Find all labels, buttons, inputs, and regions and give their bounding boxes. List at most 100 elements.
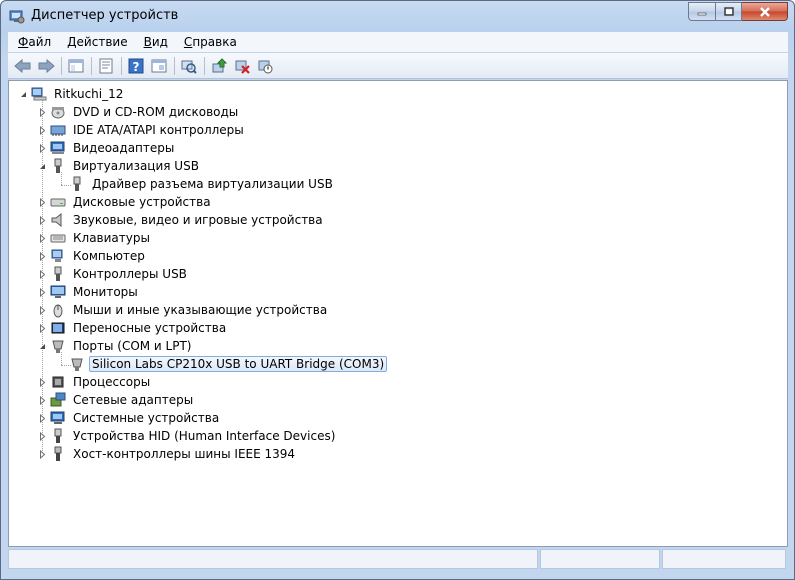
tree-category-item[interactable]: Устройства HID (Human Interface Devices) (38, 427, 338, 445)
tree-item-label: Устройства HID (Human Interface Devices) (73, 429, 336, 443)
usb-plug-icon (50, 158, 66, 174)
tree-root-label: Ritkuchi_12 (54, 87, 124, 101)
svg-text:?: ? (133, 60, 140, 74)
show-hide-tree-icon (68, 59, 84, 72)
expand-icon[interactable] (38, 197, 47, 207)
tree-category-item[interactable]: Мыши и иные указывающие устройства (38, 301, 330, 319)
tree-item-label: Видеоадаптеры (73, 141, 175, 155)
forward-button[interactable] (35, 55, 57, 77)
update-driver-button[interactable] (208, 55, 230, 77)
minimize-button[interactable] (688, 2, 716, 21)
tree-category-item[interactable]: DVD и CD-ROM дисководы (38, 103, 241, 121)
expand-icon[interactable] (38, 125, 47, 135)
uninstall-button[interactable] (231, 55, 253, 77)
network-adapter-icon (50, 392, 66, 408)
scan-hardware-icon (181, 60, 197, 74)
tree-item-label: Звуковые, видео и игровые устройства (73, 213, 323, 227)
close-button[interactable] (742, 2, 788, 21)
collapse-icon[interactable] (19, 90, 28, 99)
tree-category-item[interactable]: Контроллеры USB (38, 265, 190, 283)
tree-category-item[interactable]: Видеоадаптеры (38, 139, 177, 157)
expand-icon[interactable] (38, 413, 47, 423)
tree-category-item[interactable]: Системные устройства (38, 409, 222, 427)
properties-button[interactable] (95, 55, 117, 77)
caption-buttons (688, 2, 788, 21)
disk-drive-icon (50, 194, 66, 210)
tree-item-label: Хост-контроллеры шины IEEE 1394 (73, 447, 296, 461)
tree-category-item[interactable]: Порты (COM и LPT) (38, 337, 194, 355)
dvd-icon (50, 104, 66, 120)
tree-category-item[interactable]: Виртуализация USB (38, 157, 202, 175)
toolbar-separator (204, 56, 205, 75)
portable-device-icon (50, 320, 66, 336)
title-bar[interactable]: Диспетчер устройств (1, 1, 794, 31)
processor-icon (50, 374, 66, 390)
expand-icon[interactable] (38, 377, 47, 387)
expand-icon[interactable] (38, 251, 47, 261)
tree-item-label: Клавиатуры (73, 231, 150, 245)
back-button[interactable] (12, 55, 34, 77)
toolbar-separator (121, 56, 122, 75)
tree-category-item[interactable]: IDE ATA/ATAPI контроллеры (38, 121, 247, 139)
tree-category-item[interactable]: Звуковые, видео и игровые устройства (38, 211, 326, 229)
tree-category-item[interactable]: Процессоры (38, 373, 153, 391)
expand-icon[interactable] (38, 233, 47, 243)
tree-child-item[interactable]: Silicon Labs CP210x USB to UART Bridge (… (57, 355, 388, 373)
port-icon (50, 338, 66, 354)
tree-category-item[interactable]: Компьютер (38, 247, 148, 265)
maximize-button[interactable] (716, 2, 742, 21)
expand-icon[interactable] (38, 449, 47, 459)
expand-icon[interactable] (38, 269, 47, 279)
tree-item-label: Компьютер (73, 249, 145, 263)
expand-icon[interactable] (38, 431, 47, 441)
help-button[interactable]: ? (125, 55, 147, 77)
menu-view[interactable]: Вид (134, 35, 174, 49)
tree-root[interactable]: Ritkuchi_12 (19, 85, 126, 103)
tree-item-label: Порты (COM и LPT) (73, 339, 192, 353)
tree-item-label: IDE ATA/ATAPI контроллеры (73, 123, 244, 137)
tree-item-label: Контроллеры USB (73, 267, 187, 281)
tree-category-item[interactable]: Переносные устройства (38, 319, 229, 337)
expand-icon[interactable] (38, 143, 47, 153)
show-hide-tree-button[interactable] (65, 55, 87, 77)
minimize-icon (697, 12, 707, 15)
menu-file[interactable]: Файл (8, 35, 57, 49)
menu-action[interactable]: Действие (57, 35, 133, 49)
ieee1394-icon (50, 446, 66, 462)
view-icon (151, 59, 167, 72)
collapse-icon[interactable] (38, 342, 47, 351)
back-icon (14, 58, 31, 73)
expand-icon[interactable] (38, 107, 47, 117)
usb-plug-icon (69, 176, 85, 192)
tree-child-item[interactable]: Драйвер разъема виртуализации USB (57, 175, 336, 193)
maximize-icon (723, 6, 734, 16)
tree-category-item[interactable]: Дисковые устройства (38, 193, 214, 211)
speaker-icon (50, 212, 66, 228)
ide-controller-icon (50, 122, 66, 138)
tree-item-label: Сетевые адаптеры (73, 393, 194, 407)
expand-icon[interactable] (38, 305, 47, 315)
expand-icon[interactable] (38, 215, 47, 225)
expand-icon[interactable] (38, 323, 47, 333)
mouse-icon (50, 302, 66, 318)
disable-button[interactable] (254, 55, 276, 77)
device-tree[interactable]: Ritkuchi_12 DVD и CD-ROM дисководы IDE AT… (8, 80, 788, 547)
expand-icon[interactable] (38, 287, 47, 297)
view-button[interactable] (148, 55, 170, 77)
status-bar (8, 549, 788, 571)
menu-bar: Файл Действие Вид Справка (8, 32, 788, 52)
tree-item-label: Драйвер разъема виртуализации USB (92, 177, 333, 191)
forward-icon (38, 58, 55, 73)
close-icon (759, 6, 770, 17)
collapse-icon[interactable] (38, 162, 47, 171)
tree-category-item[interactable]: Мониторы (38, 283, 141, 301)
tree-category-item[interactable]: Клавиатуры (38, 229, 153, 247)
device-manager-window: Диспетчер устройств Файл Действие Вид Сп… (0, 0, 795, 580)
tree-category-item[interactable]: Хост-контроллеры шины IEEE 1394 (38, 445, 298, 463)
port-icon (69, 356, 85, 372)
tree-category-item[interactable]: Сетевые адаптеры (38, 391, 196, 409)
expand-icon[interactable] (38, 395, 47, 405)
scan-hardware-button[interactable] (178, 55, 200, 77)
toolbar-separator (61, 56, 62, 75)
menu-help[interactable]: Справка (174, 35, 243, 49)
